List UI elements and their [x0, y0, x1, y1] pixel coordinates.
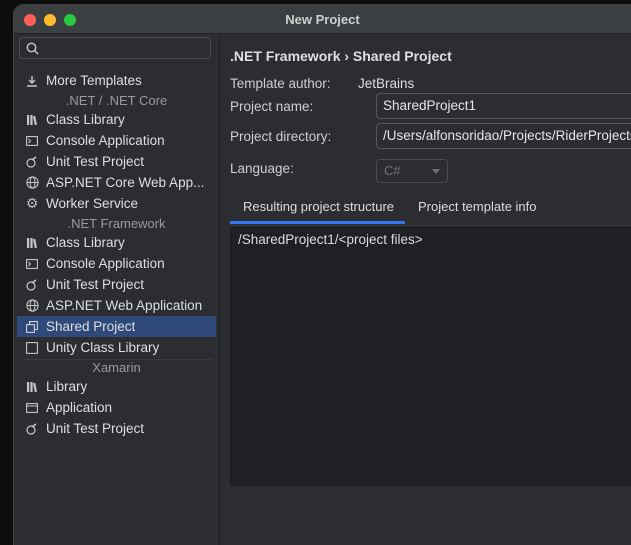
- sidebar-item-label: Application: [46, 400, 113, 415]
- sidebar-item-label: Worker Service: [46, 196, 139, 211]
- project-structure-panel: /SharedProject1/<project files>: [230, 225, 631, 486]
- sidebar-item-label: Class Library: [46, 112, 125, 127]
- tab-label: Project template info: [418, 199, 537, 214]
- tab-resulting-project-structure[interactable]: Resulting project structure: [230, 194, 405, 224]
- sidebar-item-fw-unity-class-library[interactable]: Unity Class Library: [17, 337, 216, 358]
- sidebar-item-xamarin-application[interactable]: Application: [17, 397, 216, 418]
- globe-icon: [25, 299, 39, 313]
- language-label: Language:: [230, 161, 294, 176]
- library-icon: [25, 113, 39, 127]
- sidebar-item-label: Class Library: [46, 235, 125, 250]
- unity-icon: [25, 341, 39, 355]
- search-icon: [26, 42, 39, 55]
- globe-icon: [25, 176, 39, 190]
- console-icon: [25, 257, 39, 271]
- sidebar-item-fw-console-application[interactable]: Console Application: [17, 253, 216, 274]
- sidebar-item-label: Unit Test Project: [46, 277, 145, 292]
- sidebar-item-fw-class-library[interactable]: Class Library: [17, 232, 216, 253]
- sidebar-item-more-templates[interactable]: More Templates: [17, 70, 216, 91]
- search-input[interactable]: [44, 40, 208, 58]
- structure-path: /SharedProject1/<project files>: [238, 232, 423, 247]
- sidebar-item-label: ASP.NET Web Application: [46, 298, 203, 313]
- sidebar-item-core-class-library[interactable]: Class Library: [17, 109, 216, 130]
- tab-project-template-info[interactable]: Project template info: [418, 194, 537, 224]
- sidebar-item-core-unit-test-project[interactable]: Unit Test Project: [17, 151, 216, 172]
- language-value: C#: [384, 163, 401, 178]
- group-header-net-core: .NET / .NET Core: [65, 93, 168, 108]
- sidebar-item-label: ASP.NET Core Web App...: [46, 175, 205, 190]
- test-icon: [25, 422, 39, 436]
- gear-icon: ⚙: [25, 195, 39, 211]
- project-name-field[interactable]: SharedProject1: [376, 93, 631, 119]
- sidebar-item-label: Unity Class Library: [46, 340, 160, 355]
- sidebar-item-label: Console Application: [46, 256, 165, 271]
- search-box[interactable]: [19, 37, 211, 59]
- sidebar-item-xamarin-library[interactable]: Library: [17, 376, 216, 397]
- console-icon: [25, 134, 39, 148]
- title-bar: New Project: [14, 5, 631, 34]
- sidebar-item-fw-unit-test-project[interactable]: Unit Test Project: [17, 274, 216, 295]
- info-tabs: Resulting project structure Project temp…: [230, 194, 631, 224]
- template-author-value: JetBrains: [358, 76, 415, 91]
- project-directory-field[interactable]: /Users/alfonsoridao/Projects/RiderProjec…: [376, 123, 631, 149]
- sidebar-item-fw-aspnet-web-application[interactable]: ASP.NET Web Application: [17, 295, 216, 316]
- sidebar-item-label: More Templates: [46, 73, 142, 88]
- sidebar-item-xamarin-unit-test-project[interactable]: Unit Test Project: [17, 418, 216, 439]
- library-icon: [25, 380, 39, 394]
- test-icon: [25, 155, 39, 169]
- application-icon: [25, 401, 39, 415]
- sidebar-item-label: Unit Test Project: [46, 154, 145, 169]
- window-title: New Project: [285, 12, 360, 27]
- sidebar-item-label: Library: [46, 379, 88, 394]
- template-sidebar: More Templates .NET / .NET Core Class Li…: [14, 34, 220, 545]
- sidebar-item-fw-shared-project[interactable]: Shared Project: [17, 316, 216, 337]
- group-header-net-framework: .NET Framework: [67, 216, 166, 231]
- sidebar-item-core-aspnet-core-web-app[interactable]: ASP.NET Core Web App...: [17, 172, 216, 193]
- project-name-label: Project name:: [230, 99, 314, 114]
- breadcrumb: .NET Framework › Shared Project: [230, 48, 452, 64]
- template-author-label: Template author:: [230, 76, 331, 91]
- shared-project-icon: [25, 320, 39, 334]
- chevron-down-icon: [432, 169, 440, 174]
- sidebar-item-label: Console Application: [46, 133, 165, 148]
- sidebar-item-label: Unit Test Project: [46, 421, 145, 436]
- new-project-window: New Project More Templates .NET / .NET C…: [14, 5, 631, 545]
- test-icon: [25, 278, 39, 292]
- sidebar-item-label: Shared Project: [46, 319, 136, 334]
- download-icon: [25, 74, 39, 88]
- language-select[interactable]: C#: [376, 159, 448, 183]
- tab-label: Resulting project structure: [243, 199, 395, 214]
- group-header-xamarin: Xamarin: [92, 360, 141, 375]
- sidebar-item-core-console-application[interactable]: Console Application: [17, 130, 216, 151]
- library-icon: [25, 236, 39, 250]
- sidebar-item-core-worker-service[interactable]: ⚙ Worker Service: [17, 193, 216, 214]
- project-settings-panel: .NET Framework › Shared Project Template…: [220, 34, 631, 545]
- project-directory-label: Project directory:: [230, 129, 332, 144]
